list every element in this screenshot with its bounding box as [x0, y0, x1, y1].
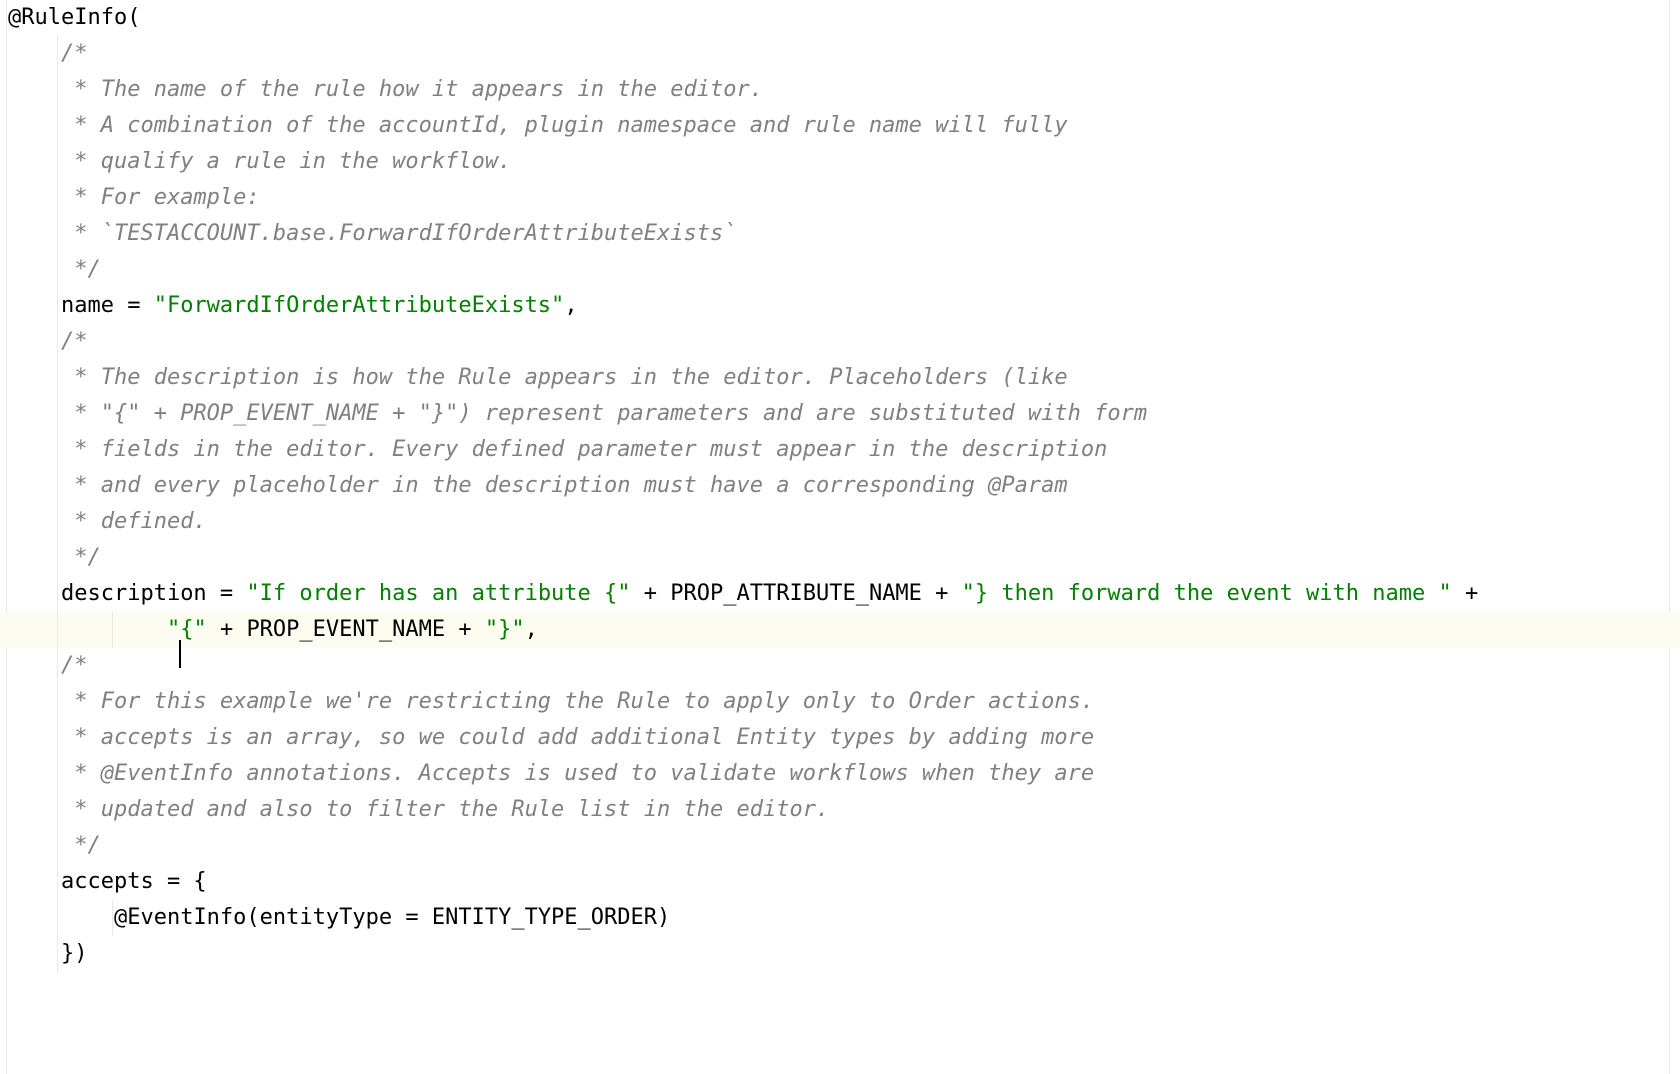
token-comment: */ [60, 257, 101, 282]
code-line[interactable]: /* [0, 648, 1680, 684]
token-comment: * defined. [60, 509, 207, 534]
token-comment: */ [60, 545, 101, 570]
code-line[interactable]: */ [0, 540, 1680, 576]
token-string: {" [180, 617, 207, 642]
token-comment: * The description is how the Rule appear… [60, 365, 1068, 390]
token-comment: /* [60, 653, 88, 678]
token-string: "} then forward the event with name " [961, 581, 1452, 606]
code-line[interactable]: * "{" + PROP_EVENT_NAME + "}") represent… [0, 396, 1680, 432]
token-string: "If order has an attribute {" [246, 581, 631, 606]
code-line[interactable]: /* [0, 36, 1680, 72]
token-plain: @RuleInfo( [8, 5, 141, 30]
code-line[interactable]: */ [0, 252, 1680, 288]
code-line[interactable]: * updated and also to filter the Rule li… [0, 792, 1680, 828]
code-line[interactable]: * The name of the rule how it appears in… [0, 72, 1680, 108]
token-string: "}" [484, 617, 525, 642]
code-line[interactable]: accepts = { [0, 864, 1680, 900]
token-plain: accepts = { [60, 869, 207, 894]
token-comment: * @EventInfo annotations. Accepts is use… [60, 761, 1095, 786]
token-comment: * updated and also to filter the Rule li… [60, 797, 830, 822]
code-line[interactable]: */ [0, 828, 1680, 864]
token-plain: name = [60, 293, 154, 318]
token-comment: * accepts is an array, so we could add a… [60, 725, 1095, 750]
token-plain: + PROP_EVENT_NAME + [206, 617, 485, 642]
code-line[interactable]: * The description is how the Rule appear… [0, 360, 1680, 396]
code-line[interactable]: /* [0, 324, 1680, 360]
token-plain: @EventInfo(entityType = ENTITY_TYPE_ORDE… [113, 905, 671, 930]
code-line[interactable]: @EventInfo(entityType = ENTITY_TYPE_ORDE… [0, 900, 1680, 936]
token-plain: + [1451, 581, 1479, 606]
token-comment: /* [60, 41, 88, 66]
token-plain: description = [60, 581, 247, 606]
token-comment: * "{" + PROP_EVENT_NAME + "}") represent… [60, 401, 1148, 426]
token-comment: * For example: [60, 185, 260, 210]
code-line[interactable]: "{" + PROP_EVENT_NAME + "}", [0, 612, 1680, 668]
token-plain: + PROP_ATTRIBUTE_NAME + [630, 581, 962, 606]
code-line[interactable]: description = "If order has an attribute… [0, 576, 1680, 612]
token-comment: * fields in the editor. Every defined pa… [60, 437, 1108, 462]
code-line[interactable]: @RuleInfo( [0, 0, 1680, 36]
token-comment: * `TESTACCOUNT.base.ForwardIfOrderAttrib… [60, 221, 737, 246]
code-line[interactable]: * A combination of the accountId, plugin… [0, 108, 1680, 144]
code-line[interactable]: * @EventInfo annotations. Accepts is use… [0, 756, 1680, 792]
token-comment: * For this example we're restricting the… [60, 689, 1095, 714]
code-line[interactable]: * accepts is an array, so we could add a… [0, 720, 1680, 756]
code-line[interactable]: * fields in the editor. Every defined pa… [0, 432, 1680, 468]
code-line[interactable]: * and every placeholder in the descripti… [0, 468, 1680, 504]
code-line[interactable]: * For this example we're restricting the… [0, 684, 1680, 720]
token-comment: * A combination of the accountId, plugin… [60, 113, 1068, 138]
token-string: " [166, 617, 181, 642]
token-comment: * and every placeholder in the descripti… [60, 473, 1068, 498]
token-plain: , [524, 617, 538, 642]
token-plain: , [564, 293, 578, 318]
token-comment: /* [60, 329, 88, 354]
code-line[interactable]: * qualify a rule in the workflow. [0, 144, 1680, 180]
token-comment: */ [60, 833, 101, 858]
code-text-area[interactable]: @RuleInfo( /* * The name of the rule how… [0, 0, 1680, 1074]
code-line[interactable]: name = "ForwardIfOrderAttributeExists", [0, 288, 1680, 324]
code-line[interactable]: * For example: [0, 180, 1680, 216]
token-plain: }) [60, 941, 88, 966]
token-comment: * qualify a rule in the workflow. [60, 149, 512, 174]
code-line[interactable]: * `TESTACCOUNT.base.ForwardIfOrderAttrib… [0, 216, 1680, 252]
token-string: "ForwardIfOrderAttributeExists" [153, 293, 565, 318]
code-line[interactable]: * defined. [0, 504, 1680, 540]
token-comment: * The name of the rule how it appears in… [60, 77, 763, 102]
code-editor[interactable]: @RuleInfo( /* * The name of the rule how… [0, 0, 1680, 1074]
code-line[interactable]: }) [0, 936, 1680, 972]
